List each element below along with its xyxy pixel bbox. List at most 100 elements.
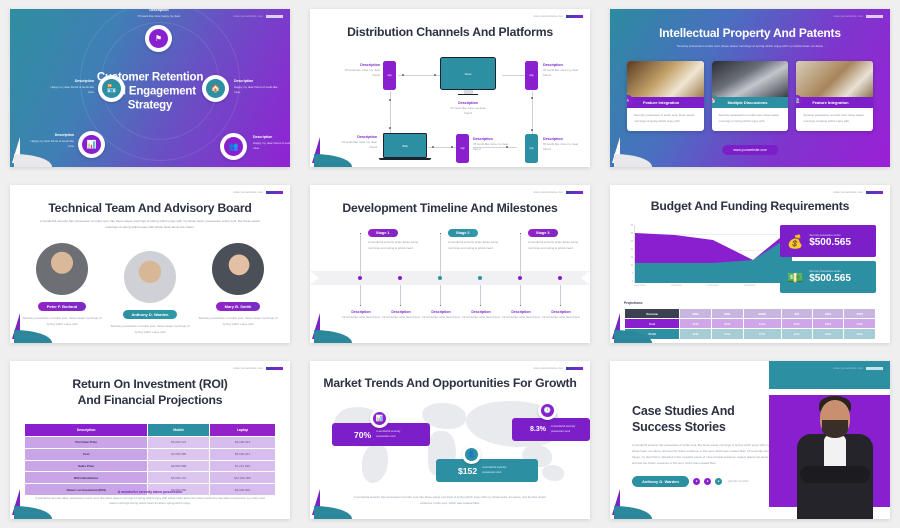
slide-cell-8: www.yourwebsite.com Market Trends And Op… <box>300 352 600 528</box>
stage-badge-3[interactable]: Stage 3 <box>528 229 558 237</box>
chart-icon: 📊 <box>82 135 101 154</box>
projections-table[interactable]: Revenue $362 $481 $4896 $96 $321 $762 Co… <box>623 307 876 340</box>
stage-badge-1[interactable]: Stage 1 <box>368 229 398 237</box>
brandmark-bar <box>566 191 583 194</box>
flag-icon: ⚑ <box>149 29 168 48</box>
map-region <box>542 465 564 481</box>
timeline-stem <box>360 285 361 305</box>
node-store[interactable]: 🏪 <box>98 75 125 102</box>
table-row: Cost $25k $34k $12k $34k $80k $43k <box>623 318 876 330</box>
callout-83-percent[interactable]: 8.3% A wonderful serenity possession sou… <box>512 418 590 441</box>
slide-customer-retention[interactable]: www.yourwebsite.com Customer Retention A… <box>10 9 290 167</box>
slide-technical-team[interactable]: www.yourwebsite.com Technical Team And A… <box>10 185 290 343</box>
page-title-line1: Case Studies And <box>632 404 735 418</box>
laptop-keyboard <box>379 158 431 161</box>
device-phone-4[interactable]: App <box>525 134 538 163</box>
table-row: Description Mobile Laptop <box>23 423 276 437</box>
node-users[interactable]: 👥 <box>220 133 247 160</box>
timeline-item-head: Description <box>551 310 571 314</box>
device-monitor[interactable]: Scan <box>440 57 496 96</box>
stat-card-savings[interactable]: 💰 Serenity possession entire $500.565 <box>780 225 876 257</box>
page-subtitle: A wonderful serenity has possession of e… <box>40 219 260 229</box>
team-member-2[interactable]: Anthony D. Warden Serenity possession of… <box>110 251 190 336</box>
slide-cell-5: www.yourwebsite.com Development Timeline… <box>300 176 600 352</box>
card-label: Feature Integration <box>796 97 874 108</box>
node-chart[interactable]: 📊 <box>78 131 105 158</box>
card-feature-integration-2[interactable]: 🏦 Feature Integration Serenity possessio… <box>796 61 874 132</box>
chart-series-svg <box>635 228 792 283</box>
slide-intellectual-property[interactable]: www.yourwebsite.com Intellectual Propert… <box>610 9 890 167</box>
brandmark: www.yourwebsite.com <box>834 15 883 18</box>
portrait-beard <box>822 420 848 438</box>
corner-decoration <box>610 133 656 167</box>
member-name: Anthony D. Warden <box>122 309 178 320</box>
avatar <box>124 251 176 303</box>
slide-cell-3: www.yourwebsite.com Intellectual Propert… <box>600 0 900 176</box>
timeline-item-body: Of souls like mine dear friend <box>462 315 500 319</box>
node-label-head: Description <box>54 133 74 137</box>
slide-development-timeline[interactable]: www.yourwebsite.com Development Timeline… <box>310 185 590 343</box>
member-body: Serenity possession of entire soul, thes… <box>22 316 102 326</box>
table-cell: $5,000.221 <box>147 436 210 449</box>
connector-dot <box>434 74 436 76</box>
device-phone-2[interactable]: App <box>525 61 538 90</box>
instagram-icon[interactable]: ● <box>714 477 722 485</box>
stat-card-money[interactable]: 💵 Serenity possession entire $500.565 <box>780 261 876 293</box>
twitter-icon[interactable]: ● <box>692 477 700 485</box>
card-photo <box>627 61 704 97</box>
node-label-desc: Happy my dear friend of souls like mine <box>50 84 94 94</box>
user-badge-icon: 👤 <box>462 445 481 464</box>
area-chart[interactable]: 35 30 25 20 15 10 5 0 09/01/2003 06/05/2… <box>624 225 792 293</box>
slide-market-trends[interactable]: www.yourwebsite.com Market Trends And Op… <box>310 361 590 519</box>
chart-y-axis: 35 30 25 20 15 10 5 0 <box>624 225 633 283</box>
page-title: Budget And Funding Requirements <box>650 199 850 213</box>
table-header-cell: $362 <box>679 307 712 320</box>
phone-screen: App <box>383 61 396 90</box>
callout-value: $152 <box>458 465 478 476</box>
slide-case-studies[interactable]: www.yourwebsite.com Case Studies And Suc… <box>610 361 890 519</box>
chart-plot-area <box>634 225 792 283</box>
card-multiple-discussions[interactable]: 📅 Multiple Discussions Serenity possessi… <box>711 61 789 132</box>
device-phone-1[interactable]: App <box>383 61 396 90</box>
card-feature-integration-1[interactable]: ✎ Feature Integration Serenity possessio… <box>627 61 704 132</box>
facebook-icon[interactable]: ● <box>703 477 711 485</box>
caption-head: Description <box>543 137 563 141</box>
table-row: Purchase Price $5,000.221 $6,000.223 <box>23 436 276 449</box>
page-title-line1: Return On Investment (ROI) <box>72 377 228 391</box>
piggy-bank-icon: 💰 <box>787 233 804 249</box>
member-name: Mary B. Smith <box>215 301 261 312</box>
callout-value: 70% <box>354 429 372 440</box>
x-tick: 09/01/2003 <box>634 285 645 287</box>
node-home[interactable]: 🏠 <box>202 75 229 102</box>
website-button[interactable]: www.yourwebsite.com <box>722 145 778 155</box>
table-cell: $12k <box>742 318 782 330</box>
table-cell: Profit <box>623 328 681 340</box>
node-label-head: Description <box>74 79 94 83</box>
corner-swoosh <box>314 506 352 519</box>
callout-152-dollars[interactable]: $152 A wonderful serenity possession sou… <box>436 459 538 482</box>
team-member-3[interactable]: Mary B. Smith Serenity possession of ent… <box>198 243 278 336</box>
caption-body: Of souls like mine my dear friend <box>450 106 486 116</box>
team-member-1[interactable]: Peter F. Borland Serenity possession of … <box>22 243 102 336</box>
card-body: Serenity possession of entire soul, thes… <box>803 113 864 123</box>
stage-badge-2[interactable]: Stage 2 <box>448 229 478 237</box>
roi-table[interactable]: Description Mobile Laptop Purchase Price… <box>23 423 276 496</box>
node-flag[interactable]: ⚑ <box>145 25 172 52</box>
stat-value: $500.565 <box>809 272 851 284</box>
timeline-tip-dot <box>440 305 442 307</box>
node-label-5: Description Happy my dear friend of soul… <box>253 135 290 151</box>
caption-body: Of souls like mine my dear friend <box>543 68 579 78</box>
phone-screen: App <box>525 134 538 163</box>
member-body: Serenity possession of entire soul, thes… <box>198 316 278 326</box>
slide-cell-2: www.yourwebsite.com Distribution Channel… <box>300 0 600 176</box>
slide-budget-funding[interactable]: www.yourwebsite.com Budget And Funding R… <box>610 185 890 343</box>
slide-roi-projections[interactable]: www.yourwebsite.com Return On Investment… <box>10 361 290 519</box>
node-label-desc: Happy my dear friend of souls like mine <box>253 140 290 150</box>
device-laptop[interactable]: Web <box>379 133 431 161</box>
slide-distribution-channels[interactable]: www.yourwebsite.com Distribution Channel… <box>310 9 590 167</box>
device-phone-3[interactable]: App <box>456 134 469 163</box>
corner-triangle <box>312 313 320 339</box>
brandmark-bar <box>266 367 283 370</box>
caption-6: Description Of souls like mine my dear f… <box>543 137 585 153</box>
author-name-badge[interactable]: Anthony D. Warden <box>632 475 689 487</box>
